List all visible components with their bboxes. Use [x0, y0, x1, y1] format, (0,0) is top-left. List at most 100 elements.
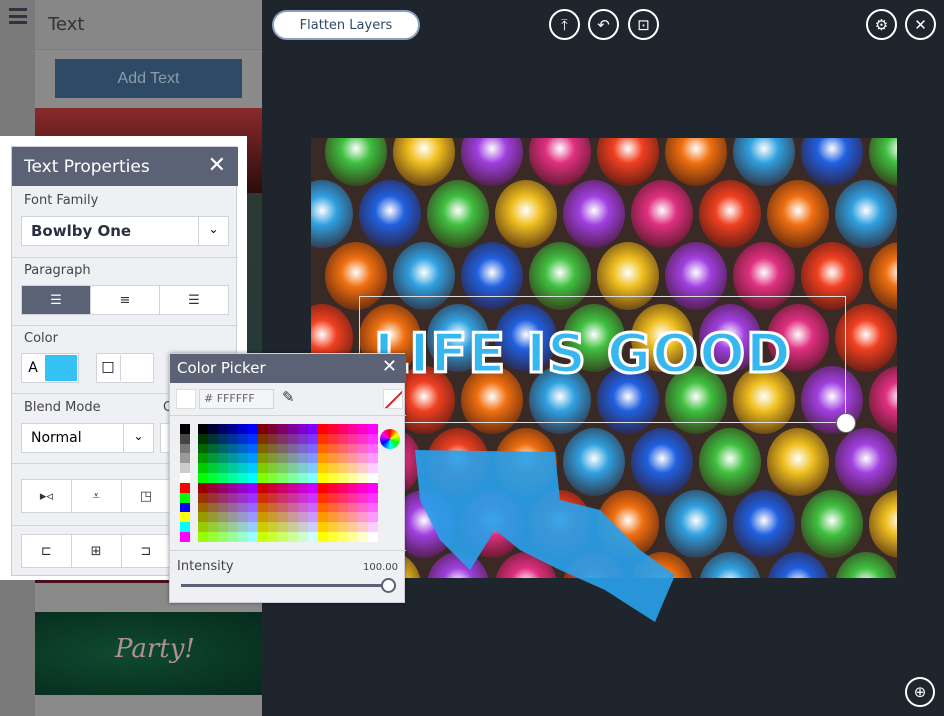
color-swatch[interactable] — [318, 492, 328, 503]
color-swatch[interactable] — [208, 532, 218, 542]
color-swatch[interactable] — [308, 512, 318, 523]
color-swatch[interactable] — [228, 453, 238, 464]
color-swatch[interactable] — [298, 482, 308, 493]
align-center-icon[interactable]: ⊞ — [72, 535, 122, 567]
color-swatch[interactable] — [218, 502, 228, 513]
color-swatch[interactable] — [318, 463, 328, 474]
color-swatch[interactable] — [298, 502, 308, 513]
color-swatch[interactable] — [248, 522, 258, 533]
color-swatch[interactable] — [248, 532, 258, 542]
color-swatch[interactable] — [328, 492, 338, 503]
color-swatch[interactable] — [348, 532, 358, 542]
color-swatch[interactable] — [358, 532, 368, 542]
color-swatch[interactable] — [180, 522, 190, 533]
color-swatch[interactable] — [278, 492, 288, 503]
color-swatch[interactable] — [318, 433, 328, 444]
color-swatch[interactable] — [208, 453, 218, 464]
color-swatch[interactable] — [348, 482, 358, 493]
color-swatch[interactable] — [258, 443, 268, 454]
color-swatch[interactable] — [278, 482, 288, 493]
color-swatch[interactable] — [238, 424, 248, 434]
color-swatch[interactable] — [228, 424, 238, 434]
color-swatch[interactable] — [198, 443, 208, 454]
color-swatch[interactable] — [258, 512, 268, 523]
color-swatch[interactable] — [248, 463, 258, 474]
color-swatch[interactable] — [358, 473, 368, 483]
color-swatch[interactable] — [228, 532, 238, 542]
color-swatch[interactable] — [198, 473, 208, 483]
color-swatch[interactable] — [338, 463, 348, 474]
color-swatch[interactable] — [228, 482, 238, 493]
color-swatch[interactable] — [198, 492, 208, 503]
color-swatch[interactable] — [348, 433, 358, 444]
color-swatch[interactable] — [268, 473, 278, 483]
color-swatch[interactable] — [228, 443, 238, 454]
color-swatch[interactable] — [368, 433, 378, 444]
color-swatch[interactable] — [308, 532, 318, 542]
color-swatch[interactable] — [358, 502, 368, 513]
color-swatch[interactable] — [318, 512, 328, 523]
color-swatch[interactable] — [180, 482, 190, 493]
color-swatch[interactable] — [238, 522, 248, 533]
color-swatch[interactable] — [358, 424, 368, 434]
color-swatch[interactable] — [358, 453, 368, 464]
basic-colors-column[interactable] — [180, 424, 190, 542]
color-swatch[interactable] — [368, 453, 378, 464]
color-swatch[interactable] — [258, 522, 268, 533]
color-swatch[interactable] — [180, 473, 190, 483]
color-swatch[interactable] — [348, 522, 358, 533]
color-swatch[interactable] — [208, 424, 218, 434]
color-swatch[interactable] — [298, 522, 308, 533]
color-swatch[interactable] — [278, 453, 288, 464]
color-swatch[interactable] — [358, 512, 368, 523]
color-swatch[interactable] — [298, 512, 308, 523]
color-swatch[interactable] — [328, 512, 338, 523]
color-swatch[interactable] — [328, 433, 338, 444]
color-swatch[interactable] — [180, 532, 190, 542]
color-swatch[interactable] — [238, 502, 248, 513]
color-swatch[interactable] — [328, 482, 338, 493]
color-swatch[interactable] — [248, 492, 258, 503]
color-swatch[interactable] — [268, 433, 278, 444]
color-swatch[interactable] — [208, 463, 218, 474]
color-swatch[interactable] — [298, 424, 308, 434]
color-swatch[interactable] — [318, 502, 328, 513]
color-swatch[interactable] — [318, 522, 328, 533]
color-swatch[interactable] — [248, 482, 258, 493]
color-swatch[interactable] — [318, 424, 328, 434]
color-swatch[interactable] — [228, 522, 238, 533]
color-swatch[interactable] — [208, 482, 218, 493]
color-swatch[interactable] — [238, 482, 248, 493]
color-swatch[interactable] — [258, 463, 268, 474]
color-swatch[interactable] — [368, 492, 378, 503]
close-icon[interactable]: ✕ — [382, 356, 397, 377]
color-swatch[interactable] — [338, 453, 348, 464]
color-swatch[interactable] — [268, 463, 278, 474]
color-swatch[interactable] — [258, 482, 268, 493]
color-swatch[interactable] — [180, 492, 190, 503]
align-right-edge-icon[interactable]: ⊐ — [122, 535, 172, 567]
color-swatch[interactable] — [268, 424, 278, 434]
color-swatch[interactable] — [368, 443, 378, 454]
color-swatch[interactable] — [328, 532, 338, 542]
color-swatch[interactable] — [318, 443, 328, 454]
color-swatch[interactable] — [218, 532, 228, 542]
color-swatch[interactable] — [208, 512, 218, 523]
color-swatch[interactable] — [348, 424, 358, 434]
color-swatch[interactable] — [180, 443, 190, 454]
color-swatch[interactable] — [198, 502, 208, 513]
color-swatch[interactable] — [338, 482, 348, 493]
color-swatch[interactable] — [338, 532, 348, 542]
color-swatch[interactable] — [180, 512, 190, 523]
color-swatch[interactable] — [328, 453, 338, 464]
color-swatch[interactable] — [288, 492, 298, 503]
color-swatch[interactable] — [278, 433, 288, 444]
color-swatch[interactable] — [198, 433, 208, 444]
color-swatch[interactable] — [228, 512, 238, 523]
color-swatch[interactable] — [198, 482, 208, 493]
canvas-text[interactable]: LIFE IS GOOD — [373, 321, 793, 387]
color-swatch[interactable] — [218, 522, 228, 533]
color-swatch[interactable] — [228, 473, 238, 483]
color-swatch[interactable] — [228, 463, 238, 474]
color-swatch[interactable] — [338, 492, 348, 503]
